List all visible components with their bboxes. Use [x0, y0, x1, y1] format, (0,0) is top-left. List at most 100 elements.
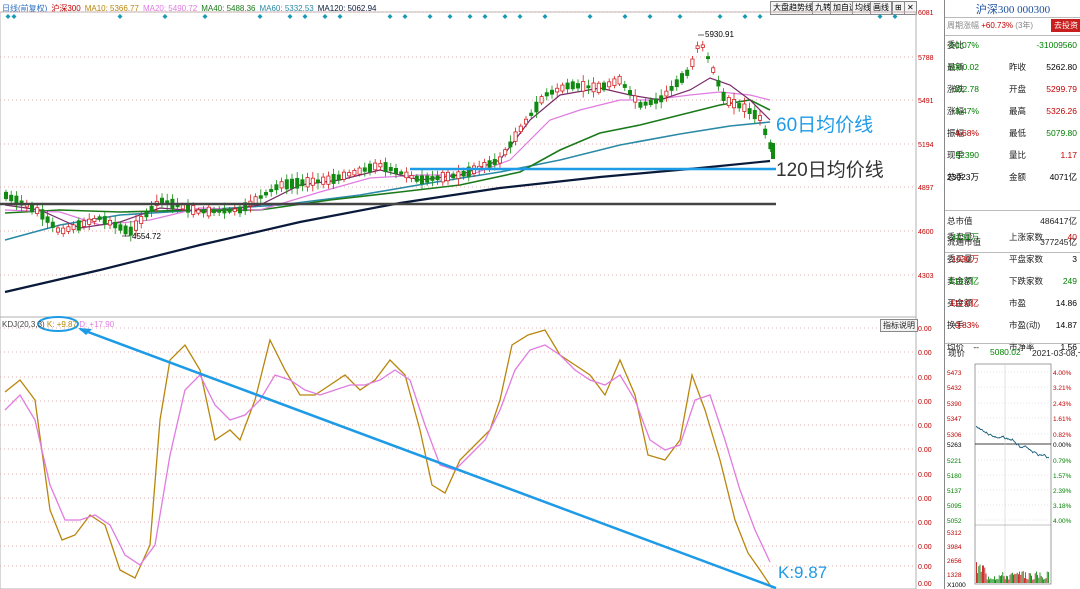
candle: [50, 221, 55, 228]
intraday-volume-bar: [1045, 578, 1047, 583]
candle: [435, 175, 440, 181]
signal-diamond-icon: [5, 14, 11, 19]
intraday-volume-bar: [1037, 575, 1038, 583]
kdj-tick: 0.00: [918, 350, 932, 357]
intraday-date: 2021-03-08,一: [1032, 348, 1080, 358]
quote-value: 5079.80: [1046, 128, 1077, 138]
intraday-volume-bar: [1009, 574, 1011, 583]
candle: [211, 209, 216, 213]
candle: [732, 99, 737, 109]
signal-diamond-icon: [302, 14, 308, 19]
quote-row: 委卖量 4131万 上涨家数 40: [945, 229, 1080, 245]
signal-diamond-icon: [587, 14, 593, 19]
candle: [9, 194, 14, 202]
kdj-tick: 0.00: [918, 564, 932, 571]
indicator-explain-button[interactable]: 指标说明: [880, 319, 918, 332]
candle: [29, 204, 34, 213]
signal-diamond-icon: [117, 14, 123, 19]
annotations: [0, 167, 777, 589]
intraday-chart[interactable]: 5473 4.00% 5432 3.21% 5390 2.43% 5347 1.61% 5306…: [945, 362, 1080, 589]
quote-label: 量比: [1009, 150, 1027, 160]
intraday-price-tick: 5347: [947, 416, 962, 423]
candle: [758, 115, 763, 121]
candle: [331, 173, 336, 184]
candle: [763, 128, 768, 136]
price-tick: 4897: [918, 185, 934, 192]
intraday-volume-bar: [1010, 573, 1012, 583]
candle: [586, 85, 591, 89]
candle: [456, 171, 461, 179]
intraday-pct-tick: 3.18%: [1053, 503, 1072, 510]
intraday-volume-bar: [1039, 572, 1041, 583]
intraday-price-tick: 5221: [947, 458, 962, 465]
quote-value: 5299.79: [1046, 84, 1077, 94]
annotation-k-value: K:9.87: [778, 563, 828, 582]
candle: [352, 170, 357, 176]
intraday-price-tick: 5052: [947, 518, 962, 525]
candle: [576, 83, 581, 89]
candle: [295, 178, 300, 189]
intraday-volume-tick: 5312: [947, 530, 962, 537]
kdj-k-line: [4, 329, 773, 589]
market-cap-row: 总市值 486417亿: [945, 213, 1080, 229]
candle: [97, 216, 102, 220]
intraday-pct-tick: 1.61%: [1053, 416, 1072, 423]
intraday-now-value: 5080.02: [990, 347, 1021, 357]
kline-chart[interactable]: 6081578854915194489746004303 0.000.000.0…: [0, 0, 944, 589]
intraday-volume-bar: [1013, 574, 1014, 583]
intraday-pct-tick: 4.00%: [1053, 518, 1072, 525]
candle: [388, 166, 393, 172]
quote-row: 振幅 4.68% 最低 5079.80: [945, 125, 1080, 141]
candle: [451, 173, 456, 179]
candle: [596, 82, 601, 93]
candle: [742, 103, 747, 112]
intraday-pct-tick: 3.21%: [1053, 385, 1072, 392]
intraday-volume-bar: [1027, 579, 1029, 583]
candle: [76, 220, 81, 231]
candle: [300, 179, 305, 187]
signal-diamond-icon: [647, 14, 653, 19]
candle: [263, 192, 268, 196]
trade-button[interactable]: 去投资: [1051, 19, 1080, 32]
kdj-k-value: K: +9.87: [46, 320, 77, 329]
intraday-volume-bar: [994, 576, 995, 583]
candle: [529, 112, 534, 116]
price-tick: 5491: [918, 98, 934, 105]
signal-diamond-icon: [322, 14, 328, 19]
quote-value: 1.17: [1060, 150, 1077, 160]
price-tick: 5194: [918, 142, 934, 149]
quote-label: 市盈: [1009, 298, 1027, 308]
intraday-volume-bar: [1002, 572, 1004, 583]
intraday-volume-bar: [976, 562, 977, 583]
candle: [654, 98, 659, 104]
candle: [643, 101, 648, 106]
candle: [82, 220, 87, 227]
candle: [544, 92, 549, 97]
candle: [404, 171, 409, 179]
candle: [196, 209, 201, 214]
quote-row: 委比 -60.07% -31009560: [945, 37, 1080, 53]
candle: [747, 108, 752, 115]
kdj-tick: 0.00: [918, 375, 932, 382]
signal-diamond-icon: [622, 14, 628, 19]
candle: [35, 207, 40, 214]
candle: [430, 176, 435, 181]
intraday-volume-bar: [986, 579, 988, 583]
candle: [711, 67, 716, 73]
intraday-price-tick: 5306: [947, 432, 962, 439]
kdj-d-value: D: +17.90: [79, 320, 115, 329]
candle: [638, 102, 643, 108]
quote-value: 52390: [955, 150, 979, 160]
intraday-volume-bar: [1040, 575, 1042, 583]
candle: [227, 208, 232, 213]
candle: [695, 45, 700, 50]
kline-chart-area[interactable]: 日线(前复权) 沪深300 MA10: 5366.77 MA20: 5490.72 MA…: [0, 0, 1080, 589]
candle: [752, 109, 757, 120]
intraday-volume-bar: [1032, 579, 1034, 583]
intraday-volume-bar: [1042, 577, 1043, 583]
candle: [492, 158, 497, 165]
candle: [71, 224, 76, 231]
intraday-now-label: 现价: [948, 348, 966, 358]
intraday-volume-bar: [988, 576, 989, 583]
kdj-tick: 0.00: [918, 399, 932, 406]
